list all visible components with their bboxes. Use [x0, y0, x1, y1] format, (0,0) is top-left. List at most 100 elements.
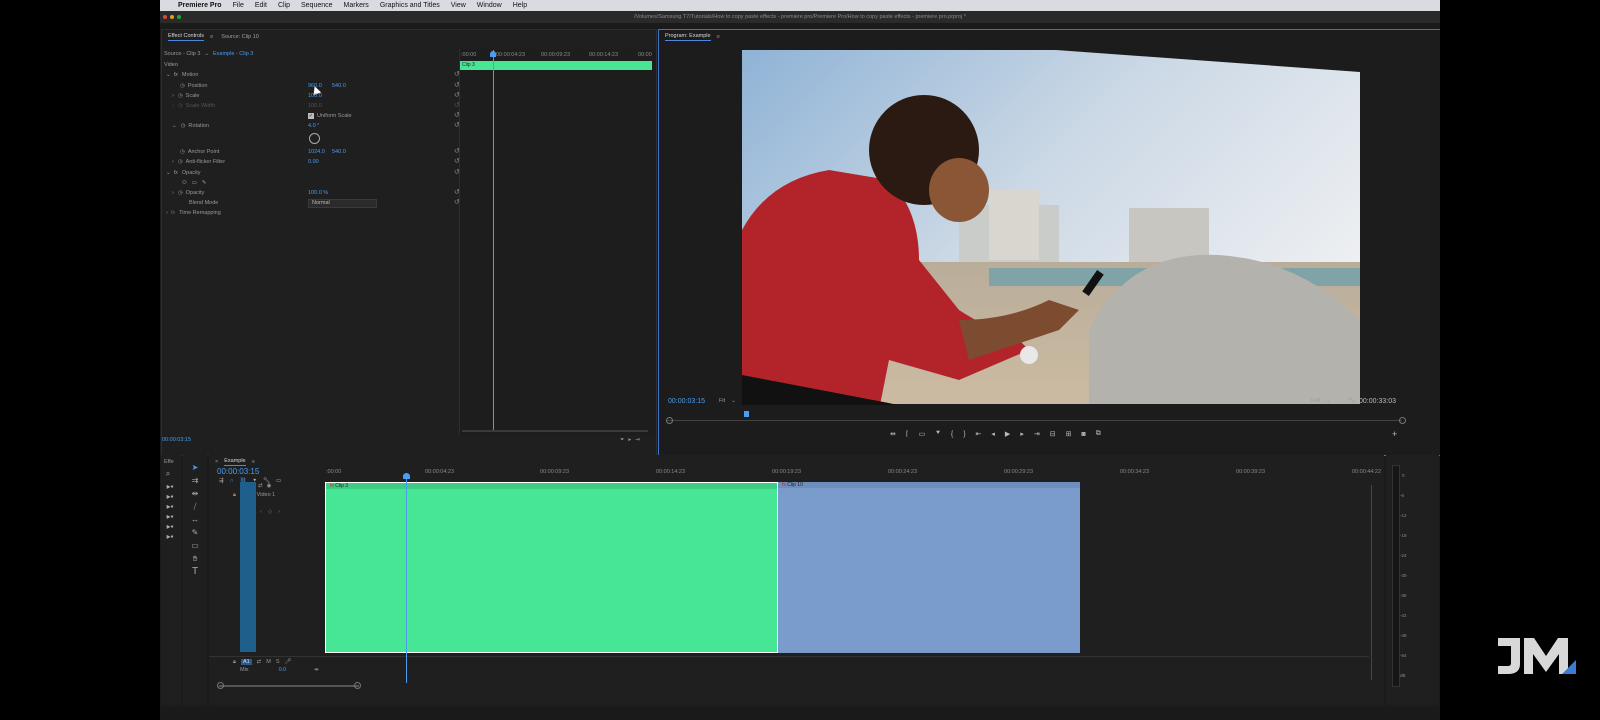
stopwatch-icon[interactable]: ◷ [178, 190, 183, 196]
quality-dropdown[interactable]: Full ⌄ [1311, 396, 1330, 406]
sync-lock-icon[interactable]: ⇄ [258, 483, 263, 489]
marker-icon[interactable]: ⯆ [935, 430, 941, 438]
scrub-end-handle[interactable] [1399, 417, 1406, 424]
scrollbar-handle[interactable] [217, 682, 224, 689]
out-point-icon[interactable]: } [963, 431, 965, 438]
snap-icon[interactable]: ∩ [230, 478, 234, 484]
opacity-value[interactable]: 100.0 % [308, 190, 328, 196]
wrench-icon[interactable]: 🔧︎ [1348, 398, 1355, 404]
anti-flicker-value[interactable]: 0.00 [308, 159, 319, 165]
chevron-down-icon[interactable]: ⌄ [166, 72, 171, 78]
rectangle-tool-icon[interactable]: ▭ [190, 541, 200, 551]
app-name-menu[interactable]: Premiere Pro [178, 2, 222, 9]
overwrite-icon[interactable]: ⊞ [1066, 430, 1072, 438]
bin-folder-icon[interactable]: ▸▪ [163, 482, 177, 492]
menu-sequence[interactable]: Sequence [301, 2, 333, 9]
uniform-scale-checkbox[interactable]: ✓ [308, 113, 314, 119]
bin-folder-icon[interactable]: ▸▪ [163, 512, 177, 522]
hand-tool-icon[interactable]: ✋︎ [190, 554, 200, 564]
time-remapping-row[interactable]: › fx Time Remapping [166, 208, 221, 218]
mark-in-icon[interactable]: ⌈ [906, 430, 909, 438]
lock-icon[interactable]: 🔒︎ [233, 659, 236, 666]
next-keyframe-icon[interactable]: › [278, 509, 280, 515]
rotation-value[interactable]: 4.0 ° [308, 123, 319, 129]
menu-edit[interactable]: Edit [255, 2, 267, 9]
bin-folder-icon[interactable]: ▸▪ [163, 532, 177, 542]
effect-timeline-clip[interactable]: Clip 3 [460, 61, 652, 70]
motion-effect-row[interactable]: ⌄ fx Motion [166, 70, 198, 80]
bin-folder-icon[interactable]: ▸▪ [163, 502, 177, 512]
effect-zoom-scrollbar[interactable] [462, 430, 648, 432]
settings-wrench[interactable]: 🔧︎ [1348, 396, 1355, 406]
anchor-y-value[interactable]: 540.0 [332, 149, 346, 155]
panel-menu-icon[interactable]: ≡ [252, 459, 255, 465]
stopwatch-icon[interactable]: ◷ [180, 83, 185, 89]
razor-tool-icon[interactable]: ⧸ [190, 502, 200, 512]
timeline-playhead[interactable] [406, 473, 407, 683]
timeline-vertical-scrollbar[interactable] [1371, 485, 1372, 680]
camera-icon[interactable]: ◙ [1081, 431, 1085, 438]
chevron-right-icon[interactable]: › [172, 190, 174, 196]
type-tool-icon[interactable]: T [190, 567, 200, 577]
compare-icon[interactable]: ⧉ [1096, 430, 1101, 438]
stopwatch-icon[interactable]: ◷ [181, 123, 186, 129]
add-keyframe-icon[interactable]: ◇ [268, 509, 272, 515]
zoom-window-button[interactable] [177, 15, 181, 19]
position-y-value[interactable]: 540.0 [332, 83, 346, 89]
chevron-down-icon[interactable]: ⌄ [166, 170, 171, 176]
timeline-clip[interactable]: fx Clip 3 [325, 482, 778, 653]
stopwatch-icon[interactable]: ◷ [178, 93, 183, 99]
ripple-edit-tool-icon[interactable]: ⇹ [190, 489, 200, 499]
chevron-right-icon[interactable]: › [166, 210, 168, 216]
bin-folder-icon[interactable]: ▸▪ [163, 522, 177, 532]
program-playhead[interactable] [744, 411, 749, 417]
tab-sequence[interactable]: Example [224, 458, 246, 466]
play-icon[interactable]: ▸ [628, 437, 631, 443]
tab-effect-controls[interactable]: Effect Controls [168, 33, 204, 41]
fx-icon[interactable]: fx [174, 72, 178, 78]
step-back-icon[interactable]: ◂ [991, 430, 995, 438]
filter-icon[interactable]: ⏷ [620, 437, 624, 444]
timeline-timecode-value[interactable]: 00:00:03:15 [217, 467, 259, 476]
add-marker-icon[interactable]: ⇹ [890, 430, 896, 438]
rotation-dial[interactable] [309, 133, 320, 144]
program-video-frame[interactable] [659, 30, 1440, 455]
scrollbar-handle[interactable] [354, 682, 361, 689]
search-icon[interactable]: ⌕ [163, 469, 173, 479]
playhead-handle[interactable] [490, 51, 496, 57]
chevron-down-icon[interactable]: ⌄ [204, 51, 209, 57]
add-button[interactable]: + [1392, 429, 1397, 439]
chevron-right-icon[interactable]: › [172, 93, 174, 99]
bin-folder-icon[interactable]: ▸▪ [163, 492, 177, 502]
blend-mode-dropdown[interactable]: Normal [308, 198, 377, 208]
chevron-right-icon[interactable]: › [172, 159, 174, 165]
go-to-out-icon[interactable]: ⇥ [1034, 430, 1040, 438]
anchor-x-value[interactable]: 1024.0 [308, 149, 325, 155]
v1-track-target-bar[interactable] [240, 482, 256, 652]
safe-margins-icon[interactable]: ▭ [919, 430, 926, 438]
track-select-tool-icon[interactable]: ⇉ [190, 476, 200, 486]
close-icon[interactable]: × [215, 459, 218, 465]
fx-icon[interactable]: fx [174, 170, 178, 176]
step-forward-icon[interactable]: ▸ [1020, 430, 1024, 438]
slip-tool-icon[interactable]: ↔ [190, 515, 200, 525]
ellipse-mask-icon[interactable]: ⬭ [182, 180, 187, 187]
lock-icon[interactable]: 🔒︎ [233, 492, 236, 499]
pen-mask-icon[interactable]: ✎ [202, 180, 207, 186]
eye-icon[interactable]: ◉ [267, 483, 272, 489]
menu-file[interactable]: File [233, 2, 244, 9]
effect-timeline-area[interactable] [459, 49, 656, 435]
mix-value[interactable]: 0.0 [279, 667, 287, 673]
nest-icon[interactable]: ⇶ [219, 478, 224, 484]
chevron-down-icon[interactable]: ⌄ [172, 123, 177, 129]
close-window-button[interactable] [163, 15, 167, 19]
prev-keyframe-icon[interactable]: ‹ [260, 509, 262, 515]
program-timecode-value[interactable]: 00:00:03:15 [668, 398, 705, 405]
timeline-clip[interactable]: fx Clip 10 [778, 482, 1080, 653]
menu-markers[interactable]: Markers [344, 2, 369, 9]
tab-source-clip10[interactable]: Source: Clip 10 [221, 34, 259, 40]
timeline-playhead-handle[interactable] [403, 473, 410, 479]
menu-graphics-and-titles[interactable]: Graphics and Titles [380, 2, 440, 9]
rectangle-mask-icon[interactable]: ▭ [192, 180, 197, 186]
menu-view[interactable]: View [451, 2, 466, 9]
